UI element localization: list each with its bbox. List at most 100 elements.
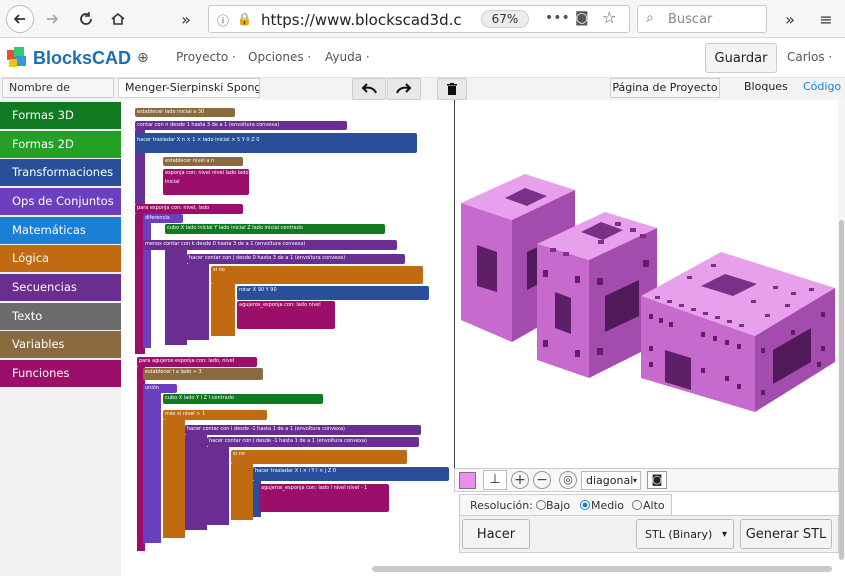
- project-name-input[interactable]: Menger-Sierpinski Sponge S: [118, 78, 260, 98]
- radio-alto[interactable]: [632, 500, 642, 510]
- block-call-holes-recursive[interactable]: agujeros_esponja con: lado l nivel nivel…: [259, 484, 389, 512]
- block-rotate[interactable]: rotar X 90 Y 90: [237, 286, 429, 300]
- tab-code[interactable]: Código: [797, 78, 845, 98]
- save-button[interactable]: Guardar: [705, 43, 777, 73]
- category-variables[interactable]: Variables: [0, 331, 121, 358]
- info-icon[interactable]: ⓘ: [217, 12, 229, 29]
- block-set-l[interactable]: establecer l a lado ÷ 3: [143, 368, 263, 380]
- radio-medio[interactable]: [580, 500, 590, 510]
- color-swatch[interactable]: [459, 472, 476, 489]
- reset-view-icon[interactable]: ◎: [559, 471, 577, 489]
- menu-ayuda[interactable]: Ayuda ·: [325, 50, 370, 64]
- viewer-scrollbar[interactable]: [838, 100, 845, 560]
- make-button[interactable]: Hacer: [462, 519, 530, 549]
- chevron-down-icon: ▾: [721, 528, 727, 540]
- radio-medio-label: Medio: [591, 499, 625, 512]
- block-count-loop[interactable]: contar con n desde 1 hasta 3 de a 1 (env…: [135, 121, 347, 130]
- page-actions-icon[interactable]: •••: [545, 10, 570, 26]
- sponge-level-3: [641, 252, 835, 412]
- hamburger-menu-icon[interactable]: ≡: [812, 5, 840, 33]
- bookmark-star-icon[interactable]: ☆: [602, 8, 616, 27]
- category-texto[interactable]: Texto: [0, 303, 121, 330]
- redo-button[interactable]: [387, 78, 421, 100]
- camera-screenshot-icon[interactable]: ◙: [647, 471, 667, 489]
- undo-button[interactable]: [352, 78, 386, 100]
- category-logica[interactable]: Lógica: [0, 245, 121, 272]
- radio-bajo[interactable]: [536, 500, 546, 510]
- category-funciones[interactable]: Funciones: [0, 360, 121, 387]
- logo-text: BlocksCAD: [33, 47, 132, 68]
- block-union-bar: [143, 393, 161, 543]
- render-actions: Hacer STL (Binary) ▾ Generar STL: [459, 515, 839, 553]
- chevron-down-icon: ▾: [632, 476, 637, 485]
- blocks-workspace[interactable]: establecer lado inicial a 30 contar con …: [121, 100, 454, 566]
- delete-button[interactable]: [437, 78, 467, 100]
- zoom-in-icon[interactable]: +: [511, 471, 529, 489]
- block-cube[interactable]: cubo X lado inicial Y lado inicial Z lad…: [165, 224, 385, 234]
- project-page-button[interactable]: Página de Proyecto: [610, 78, 720, 98]
- toolbar-overflow-icon[interactable]: »: [776, 5, 804, 33]
- render-viewport[interactable]: [454, 100, 845, 468]
- overflow-chevrons-icon[interactable]: »: [172, 5, 200, 33]
- lock-icon: 🔒: [237, 12, 252, 26]
- user-menu[interactable]: Carlos ·: [787, 50, 832, 64]
- block-define-sponge[interactable]: para esponja con: nivel, lado: [135, 204, 243, 214]
- url-text[interactable]: https://www.blockscad3d.c: [261, 11, 469, 29]
- view-select[interactable]: diagonal ▾: [581, 471, 641, 490]
- back-icon[interactable]: [6, 5, 34, 33]
- category-formas-2d[interactable]: Formas 2D: [0, 131, 121, 158]
- url-bar[interactable]: ⓘ 🔒 https://www.blockscad3d.c 67% ••• ◙ …: [208, 5, 630, 33]
- menu-opciones[interactable]: Opciones ·: [248, 50, 311, 64]
- block-translate-l[interactable]: hacer trasladar X l × i Y l × j Z 0: [253, 467, 449, 481]
- zoom-out-icon[interactable]: −: [533, 471, 551, 489]
- menu-proyecto[interactable]: Proyecto ·: [176, 50, 236, 64]
- block-if-bar: [211, 284, 235, 336]
- tab-blocks[interactable]: Bloques: [738, 78, 794, 98]
- category-ops-conjuntos[interactable]: Ops de Conjuntos: [0, 188, 121, 215]
- block-translate[interactable]: hacer trasladar X n × 1 × lado inicial ×…: [135, 133, 417, 153]
- block-define-holes[interactable]: para agujeros esponja con: lado, nivel: [137, 357, 257, 367]
- language-globe-icon[interactable]: ⊕: [137, 50, 149, 66]
- reload-icon[interactable]: [72, 5, 100, 33]
- block-union[interactable]: unión: [143, 384, 177, 393]
- home-icon[interactable]: [104, 5, 132, 33]
- viewer-scrollbar-thumb[interactable]: [839, 220, 844, 560]
- block-count-i[interactable]: hacer contar con i desde -1 hasta 1 de a…: [185, 425, 421, 435]
- format-select-value: STL (Binary): [645, 527, 713, 541]
- undo-icon: [361, 83, 377, 94]
- generate-stl-button[interactable]: Generar STL: [740, 519, 832, 549]
- block-call-holes[interactable]: agujeros_esponja con: lado nivel: [237, 301, 335, 329]
- block-count-j2[interactable]: hacer contar con j desde -1 hasta 1 de a…: [207, 437, 419, 447]
- block-difference[interactable]: diferencia: [143, 214, 183, 223]
- view-select-value: diagonal: [586, 474, 634, 487]
- block-call-sponge[interactable]: esponja con: nivel nivel lado lado inici…: [163, 169, 249, 195]
- block-if[interactable]: si no: [211, 266, 423, 284]
- trash-icon: [447, 83, 457, 95]
- category-formas-3d[interactable]: Formas 3D: [0, 102, 121, 129]
- search-input[interactable]: ⌕ Buscar: [637, 5, 767, 33]
- pocket-icon[interactable]: ◙: [575, 10, 589, 26]
- block-count-j[interactable]: hacer contar con j desde 0 hasta 3 de a …: [187, 254, 405, 264]
- block-if-inner[interactable]: si no: [231, 450, 407, 464]
- category-transformaciones[interactable]: Transformaciones: [0, 159, 121, 186]
- block-count-j2-bar: [207, 447, 229, 525]
- format-select[interactable]: STL (Binary) ▾: [636, 519, 734, 549]
- block-if-level[interactable]: más si nivel > 1: [163, 410, 267, 420]
- block-cube-l[interactable]: cubo X lado Y l Z l centrado: [163, 394, 323, 404]
- project-name-label: Nombre de Proyecto: [2, 78, 114, 112]
- resolution-label: Resolución:: [470, 499, 533, 512]
- block-set-variable[interactable]: establecer lado inicial a 30: [135, 108, 235, 117]
- block-count-i-bar: [185, 435, 207, 530]
- forward-icon[interactable]: [38, 5, 66, 33]
- workspace-horizontal-scrollbar[interactable]: [372, 566, 832, 572]
- block-if-level-bar: [163, 420, 185, 538]
- block-count-k[interactable]: menos contar con k desde 0 hasta 3 de a …: [143, 240, 397, 250]
- axes-toggle-icon[interactable]: ⊥: [483, 470, 507, 490]
- logo[interactable]: BlocksCAD: [6, 46, 131, 70]
- redo-icon: [396, 83, 412, 94]
- category-secuencias[interactable]: Secuencias: [0, 274, 121, 301]
- zoom-indicator[interactable]: 67%: [481, 10, 529, 28]
- block-set-level[interactable]: establecer nivel a n: [163, 157, 243, 166]
- app-header: BlocksCAD ⊕ Proyecto · Opciones · Ayuda …: [0, 38, 845, 78]
- category-matematicas[interactable]: Matemáticas: [0, 217, 121, 244]
